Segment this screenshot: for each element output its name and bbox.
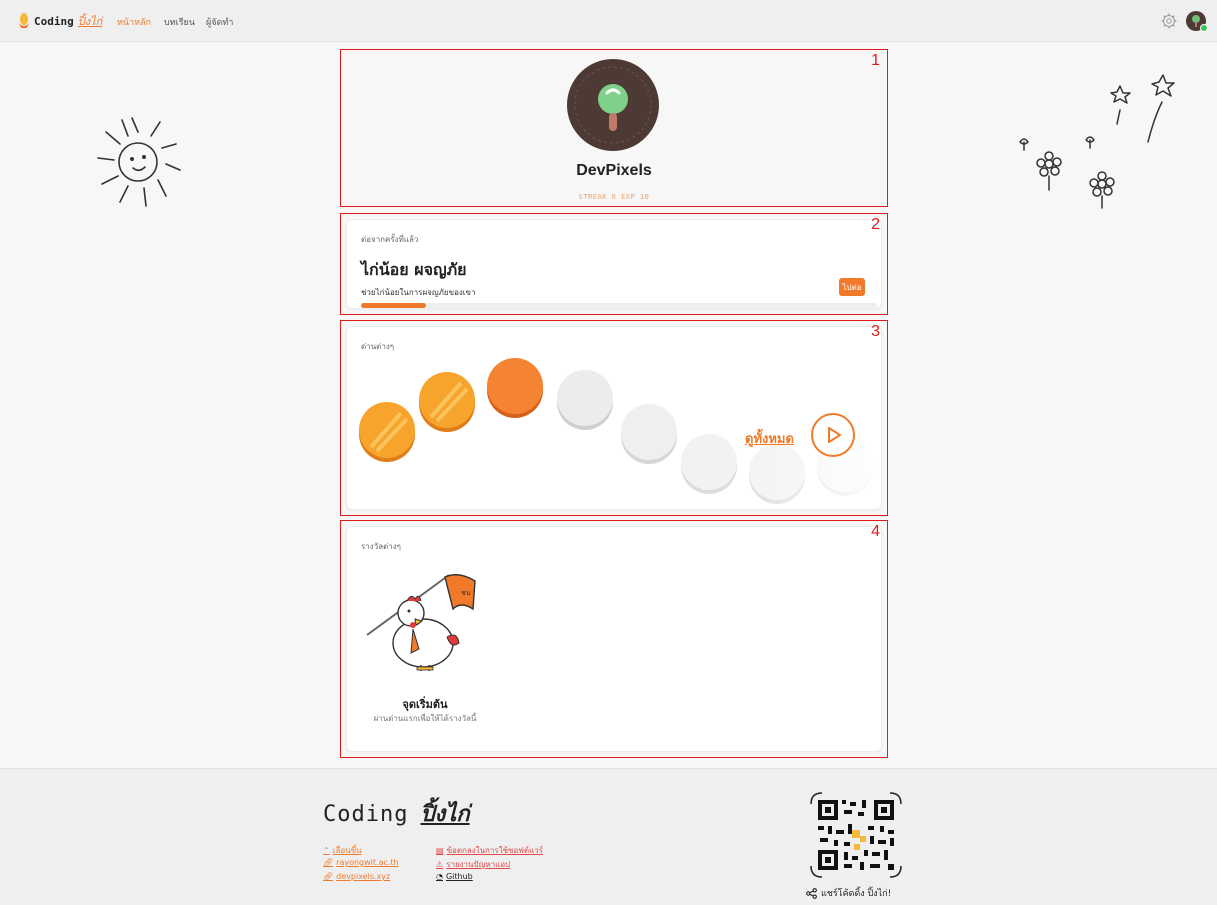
profile-avatar	[567, 59, 659, 151]
course-description: ช่วยไก่น้อยในการผจญภัยของเขา	[361, 288, 476, 297]
report-issue-label: รายงานปัญหาแอป	[446, 860, 511, 869]
rewards-label: รางวัลต่างๆ	[361, 542, 401, 551]
avatar-icon	[574, 66, 652, 144]
gear-icon[interactable]	[1161, 13, 1177, 29]
devpixels-label: devpixels.xyz	[336, 872, 391, 881]
level-node-2[interactable]	[417, 371, 477, 433]
share-label: แชร์โค้ดดิ้ง ปิ้งไก่!	[821, 889, 892, 899]
levels-section: ด่านต่างๆ ดูทั้งหมด 3	[340, 320, 888, 516]
profile-username: DevPixels	[576, 162, 652, 179]
rewards-card: รางวัลต่างๆ ชน จุดเริ่มต้น ผ่านด่านแรกเพ…	[346, 526, 882, 752]
nav-creators-link[interactable]: ผู้จัดทำ	[206, 15, 233, 29]
link-icon: 🔗︎	[323, 872, 334, 881]
profile-stats: STREAK 0 EXP 10	[578, 193, 650, 201]
footer: Coding ปิ้งไก่ ⌃ เลื่อนขึ้น 🔗︎ rayongwit…	[0, 768, 1217, 905]
svg-text:ชน: ชน	[461, 589, 471, 597]
footer-brand-name: Coding	[323, 802, 409, 827]
warning-icon: ⚠	[436, 860, 444, 869]
levels-card: ด่านต่างๆ ดูทั้งหมด	[346, 326, 882, 510]
document-icon: ▤	[436, 846, 444, 855]
github-link[interactable]: ◔ Github	[436, 872, 473, 881]
continue-label: ต่อจากครั้งที่แล้ว	[361, 235, 419, 244]
scroll-top-label: เลื่อนขึ้น	[332, 846, 362, 855]
course-progress-bar	[361, 303, 877, 308]
brand-logo-link[interactable]: Coding ปิ้งไก่	[18, 12, 102, 30]
levels-label: ด่านต่างๆ	[361, 342, 395, 351]
course-title: ไก่น้อย ผจญภัย	[361, 260, 467, 279]
scroll-top-link[interactable]: ⌃ เลื่อนขึ้น	[323, 844, 362, 857]
terms-label: ข้อตกลงในการใช้ซอฟต์แวร์	[446, 846, 544, 855]
share-label-row[interactable]: แชร์โค้ดดิ้ง ปิ้งไก่!	[806, 886, 891, 900]
continue-card: ต่อจากครั้งที่แล้ว ไก่น้อย ผจญภัย ช่วยไก…	[346, 219, 882, 309]
section-number: 4	[871, 523, 880, 540]
continue-button[interactable]: ไปต่อ	[839, 278, 865, 296]
github-label: Github	[445, 872, 473, 881]
section-number: 1	[871, 52, 880, 69]
chevron-up-icon: ⌃	[323, 846, 330, 855]
school-website-label: rayongwit.ac.th	[336, 858, 399, 867]
user-avatar[interactable]	[1186, 11, 1208, 32]
level-node-1[interactable]	[357, 401, 417, 463]
play-levels-button[interactable]	[811, 413, 855, 457]
rewards-section: รางวัลต่างๆ ชน จุดเริ่มต้น ผ่านด่านแรกเพ…	[340, 520, 888, 758]
brand-name: Coding	[34, 14, 74, 28]
nav-lessons-link[interactable]: บทเรียน	[164, 15, 195, 29]
flowers-stars-doodle-icon	[1019, 74, 1175, 209]
profile-section: 1 DevPixels STREAK 0 EXP 10	[340, 49, 888, 207]
section-number: 2	[871, 216, 880, 233]
level-node-5[interactable]	[619, 403, 679, 465]
school-website-link[interactable]: 🔗︎ rayongwit.ac.th	[323, 858, 399, 867]
reward-description: ผ่านด่านแรกเพื่อให้ได้รางวัลนี้	[373, 714, 477, 723]
share-icon	[806, 887, 817, 899]
devpixels-link[interactable]: 🔗︎ devpixels.xyz	[323, 872, 390, 881]
report-issue-link[interactable]: ⚠ รายงานปัญหาแอป	[436, 858, 510, 871]
link-icon: 🔗︎	[323, 858, 334, 867]
footer-brand-subname: ปิ้งไก่	[420, 801, 470, 827]
chicken-flag-badge-icon: ชน	[364, 574, 480, 672]
reward-title: จุดเริ่มต้น	[402, 698, 448, 711]
progress-fill	[361, 303, 426, 308]
section-number: 3	[871, 323, 880, 340]
nav-home-link[interactable]: หน้าหลัก	[117, 15, 151, 29]
level-node-3[interactable]	[485, 357, 545, 419]
level-node-4[interactable]	[555, 369, 615, 431]
online-status-dot	[1200, 24, 1208, 32]
top-navbar: Coding ปิ้งไก่ หน้าหลัก บทเรียน ผู้จัดทำ	[0, 0, 1217, 42]
play-icon	[828, 427, 841, 443]
sun-doodle-icon	[97, 117, 181, 207]
github-icon: ◔	[436, 872, 443, 881]
terms-link[interactable]: ▤ ข้อตกลงในการใช้ซอฟต์แวร์	[436, 844, 543, 857]
level-node-6[interactable]	[679, 433, 739, 495]
corn-logo-icon	[19, 13, 29, 28]
share-qr-code	[810, 792, 902, 878]
footer-brand: Coding ปิ้งไก่	[323, 796, 470, 831]
view-all-levels-link[interactable]: ดูทั้งหมด	[745, 428, 794, 449]
brand-subname: ปิ้งไก่	[77, 15, 103, 28]
continue-section: ต่อจากครั้งที่แล้ว ไก่น้อย ผจญภัย ช่วยไก…	[340, 213, 888, 315]
